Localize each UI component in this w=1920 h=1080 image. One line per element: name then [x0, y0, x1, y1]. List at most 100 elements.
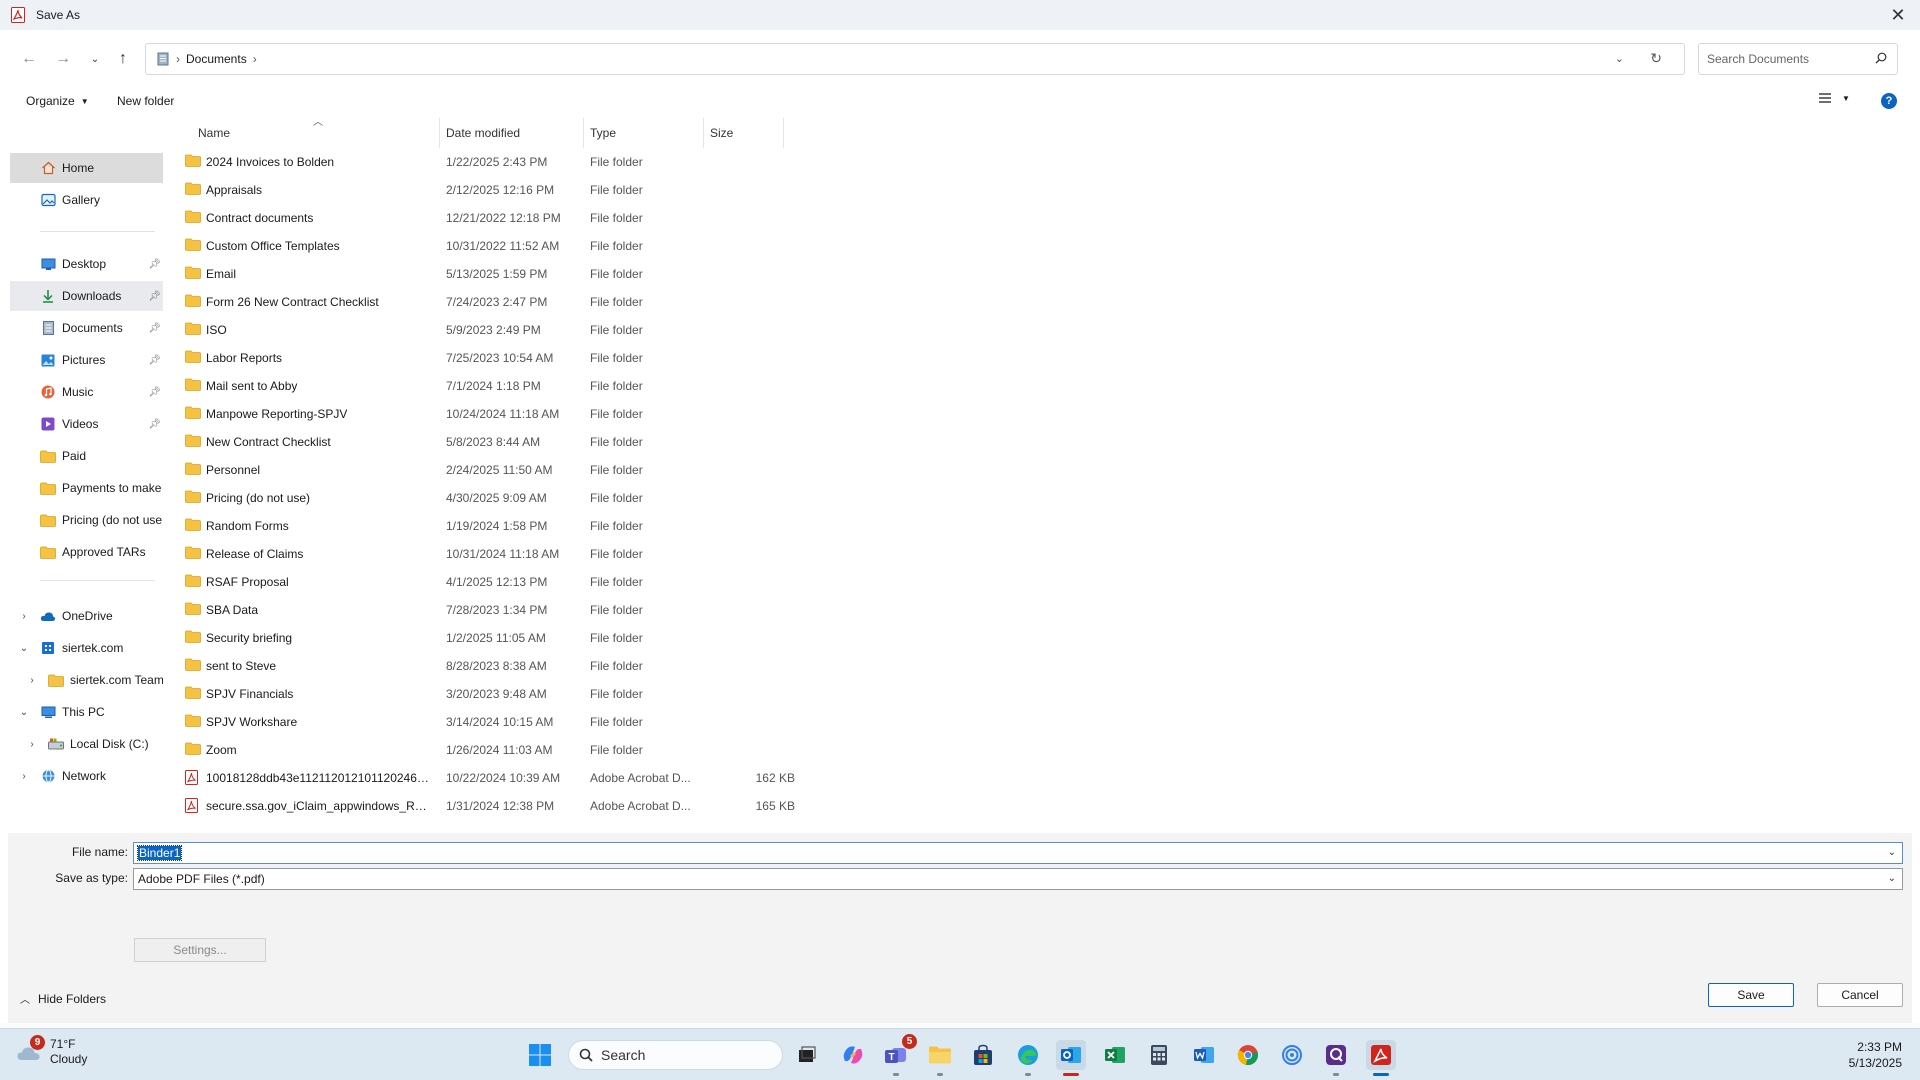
- table-row[interactable]: 2024 Invoices to Bolden 1/22/2025 2:43 PM…: [180, 148, 800, 176]
- acrobat-app[interactable]: [1366, 1040, 1396, 1076]
- pin-icon[interactable]: 📌︎: [148, 323, 161, 334]
- table-row[interactable]: 10018128ddb43e1121120121011202466a6... 10…: [180, 764, 800, 792]
- table-row[interactable]: RSAF Proposal 4/1/2025 12:13 PM File folde…: [180, 568, 800, 596]
- table-row[interactable]: Random Forms 1/19/2024 1:58 PM File folder: [180, 512, 800, 540]
- address-history-dropdown[interactable]: ⌄: [1615, 52, 1624, 65]
- copilot-app[interactable]: [838, 1040, 868, 1070]
- system-clock[interactable]: 2:33 PM 5/13/2025: [1849, 1039, 1902, 1071]
- table-row[interactable]: SBA Data 7/28/2023 1:34 PM File folder: [180, 596, 800, 624]
- chevron-down-icon[interactable]: ⌄: [18, 707, 30, 718]
- search-icon[interactable]: [1875, 52, 1887, 67]
- calculator-app[interactable]: [1144, 1040, 1174, 1070]
- savetype-select[interactable]: Adobe PDF Files (*.pdf) ⌄: [133, 868, 1903, 890]
- table-row[interactable]: Manpowe Reporting-SPJV 10/24/2024 11:18 A…: [180, 400, 800, 428]
- new-folder-button[interactable]: New folder: [117, 94, 174, 108]
- nav-item-desktop[interactable]: Desktop 📌︎: [10, 249, 163, 279]
- table-row[interactable]: Pricing (do not use) 4/30/2025 9:09 AM Fil…: [180, 484, 800, 512]
- chevron-right-icon[interactable]: ›: [26, 739, 38, 750]
- table-row[interactable]: Labor Reports 7/25/2023 10:54 AM File fold…: [180, 344, 800, 372]
- nav-item-paid[interactable]: Paid: [10, 441, 163, 471]
- column-header-name[interactable]: Name: [198, 118, 230, 148]
- table-row[interactable]: New Contract Checklist 5/8/2023 8:44 AM Fi…: [180, 428, 800, 456]
- start-button[interactable]: [528, 1043, 552, 1067]
- column-divider[interactable]: [703, 118, 704, 148]
- nav-item-music[interactable]: Music 📌︎: [10, 377, 163, 407]
- column-header-date[interactable]: Date modified: [446, 118, 520, 148]
- chevron-right-icon[interactable]: ›: [253, 52, 257, 66]
- table-row[interactable]: Form 26 New Contract Checklist 7/24/2023 …: [180, 288, 800, 316]
- swirl-app[interactable]: [1277, 1040, 1307, 1070]
- chevron-down-icon[interactable]: ⌄: [1888, 847, 1896, 858]
- nav-item-gallery[interactable]: Gallery: [10, 185, 163, 215]
- column-header-type[interactable]: Type: [590, 118, 616, 148]
- nav-item-network[interactable]: › Network: [10, 761, 163, 791]
- chevron-down-icon[interactable]: ⌄: [1888, 873, 1896, 884]
- pin-icon[interactable]: 📌︎: [148, 355, 161, 366]
- table-row[interactable]: sent to Steve 8/28/2023 8:38 AM File folde…: [180, 652, 800, 680]
- nav-item-local-disk[interactable]: › Local Disk (C:): [10, 729, 163, 759]
- search-input[interactable]: [1707, 52, 1867, 66]
- table-row[interactable]: SPJV Workshare 3/14/2024 10:15 AM File fol…: [180, 708, 800, 736]
- nav-item-siertek-team[interactable]: › siertek.com Team: [10, 665, 163, 695]
- table-row[interactable]: secure.ssa.gov_iClaim_appwindows_Rec0...…: [180, 792, 800, 820]
- column-divider[interactable]: [783, 118, 784, 148]
- nav-item-approved-tars[interactable]: Approved TARs: [10, 537, 163, 567]
- column-divider[interactable]: [439, 118, 440, 148]
- pin-icon[interactable]: 📌︎: [148, 419, 161, 430]
- pin-icon[interactable]: 📌︎: [148, 291, 161, 302]
- column-divider[interactable]: [583, 118, 584, 148]
- nav-item-pricing[interactable]: Pricing (do not use: [10, 505, 163, 535]
- organize-button[interactable]: Organize ▼: [26, 94, 89, 108]
- store-app[interactable]: [968, 1040, 998, 1070]
- weather-widget[interactable]: 9 71°F Cloudy: [16, 1035, 87, 1067]
- column-header-size[interactable]: Size: [710, 118, 733, 148]
- nav-item-documents[interactable]: Documents 📌︎: [10, 313, 163, 343]
- table-row[interactable]: Zoom 1/26/2024 11:03 AM File folder: [180, 736, 800, 764]
- cancel-button[interactable]: Cancel: [1817, 983, 1903, 1007]
- teams-app[interactable]: T 5: [881, 1034, 917, 1076]
- recent-locations-button[interactable]: ⌄: [84, 48, 106, 70]
- chevron-right-icon[interactable]: ›: [26, 675, 38, 686]
- nav-item-siertek[interactable]: ⌄ siertek.com: [10, 633, 163, 663]
- table-row[interactable]: Appraisals 2/12/2025 12:16 PM File folder: [180, 176, 800, 204]
- nav-item-downloads[interactable]: Downloads 📌︎: [10, 281, 163, 311]
- settings-button[interactable]: Settings...: [134, 938, 266, 962]
- back-button[interactable]: ←: [18, 48, 40, 70]
- close-button[interactable]: ✕: [1888, 5, 1908, 25]
- task-view-button[interactable]: [792, 1040, 822, 1070]
- word-app[interactable]: [1189, 1040, 1219, 1070]
- table-row[interactable]: Mail sent to Abby 7/1/2024 1:18 PM File fo…: [180, 372, 800, 400]
- help-button[interactable]: ?: [1881, 93, 1897, 109]
- up-button[interactable]: ↑: [112, 48, 134, 70]
- outlook-app[interactable]: [1056, 1040, 1086, 1076]
- filename-combobox[interactable]: Binder1 ⌄: [133, 842, 1903, 864]
- nav-item-home[interactable]: Home: [10, 153, 163, 183]
- refresh-icon[interactable]: ↻: [1650, 50, 1662, 67]
- save-button[interactable]: Save: [1708, 983, 1794, 1007]
- forward-button[interactable]: →: [52, 48, 74, 70]
- hide-folders-button[interactable]: ︿ Hide Folders: [20, 991, 106, 1007]
- file-explorer-app[interactable]: [925, 1040, 955, 1076]
- table-row[interactable]: Email 5/13/2025 1:59 PM File folder: [180, 260, 800, 288]
- breadcrumb-documents[interactable]: Documents: [186, 52, 247, 66]
- chrome-app[interactable]: [1233, 1040, 1263, 1070]
- nav-item-payments-to-make[interactable]: Payments to make: [10, 473, 163, 503]
- nav-item-videos[interactable]: Videos 📌︎: [10, 409, 163, 439]
- change-view-button[interactable]: ▼: [1818, 92, 1850, 104]
- excel-app[interactable]: [1100, 1040, 1130, 1070]
- pin-icon[interactable]: 📌︎: [148, 259, 161, 270]
- nav-item-onedrive[interactable]: › OneDrive: [10, 601, 163, 631]
- table-row[interactable]: Security briefing 1/2/2025 11:05 AM File f…: [180, 624, 800, 652]
- table-row[interactable]: SPJV Financials 3/20/2023 9:48 AM File fol…: [180, 680, 800, 708]
- nav-item-pictures[interactable]: Pictures 📌︎: [10, 345, 163, 375]
- chevron-right-icon[interactable]: ›: [18, 611, 30, 622]
- table-row[interactable]: Release of Claims 10/31/2024 11:18 AM File…: [180, 540, 800, 568]
- table-row[interactable]: Personnel 2/24/2025 11:50 AM File folder: [180, 456, 800, 484]
- table-row[interactable]: ISO 5/9/2023 2:49 PM File folder: [180, 316, 800, 344]
- pin-icon[interactable]: 📌︎: [148, 387, 161, 398]
- nav-item-this-pc[interactable]: ⌄ This PC: [10, 697, 163, 727]
- quickbooks-app[interactable]: [1321, 1040, 1351, 1076]
- taskbar-search[interactable]: Search: [568, 1040, 783, 1070]
- chevron-down-icon[interactable]: ⌄: [18, 643, 30, 654]
- edge-app[interactable]: [1013, 1040, 1043, 1076]
